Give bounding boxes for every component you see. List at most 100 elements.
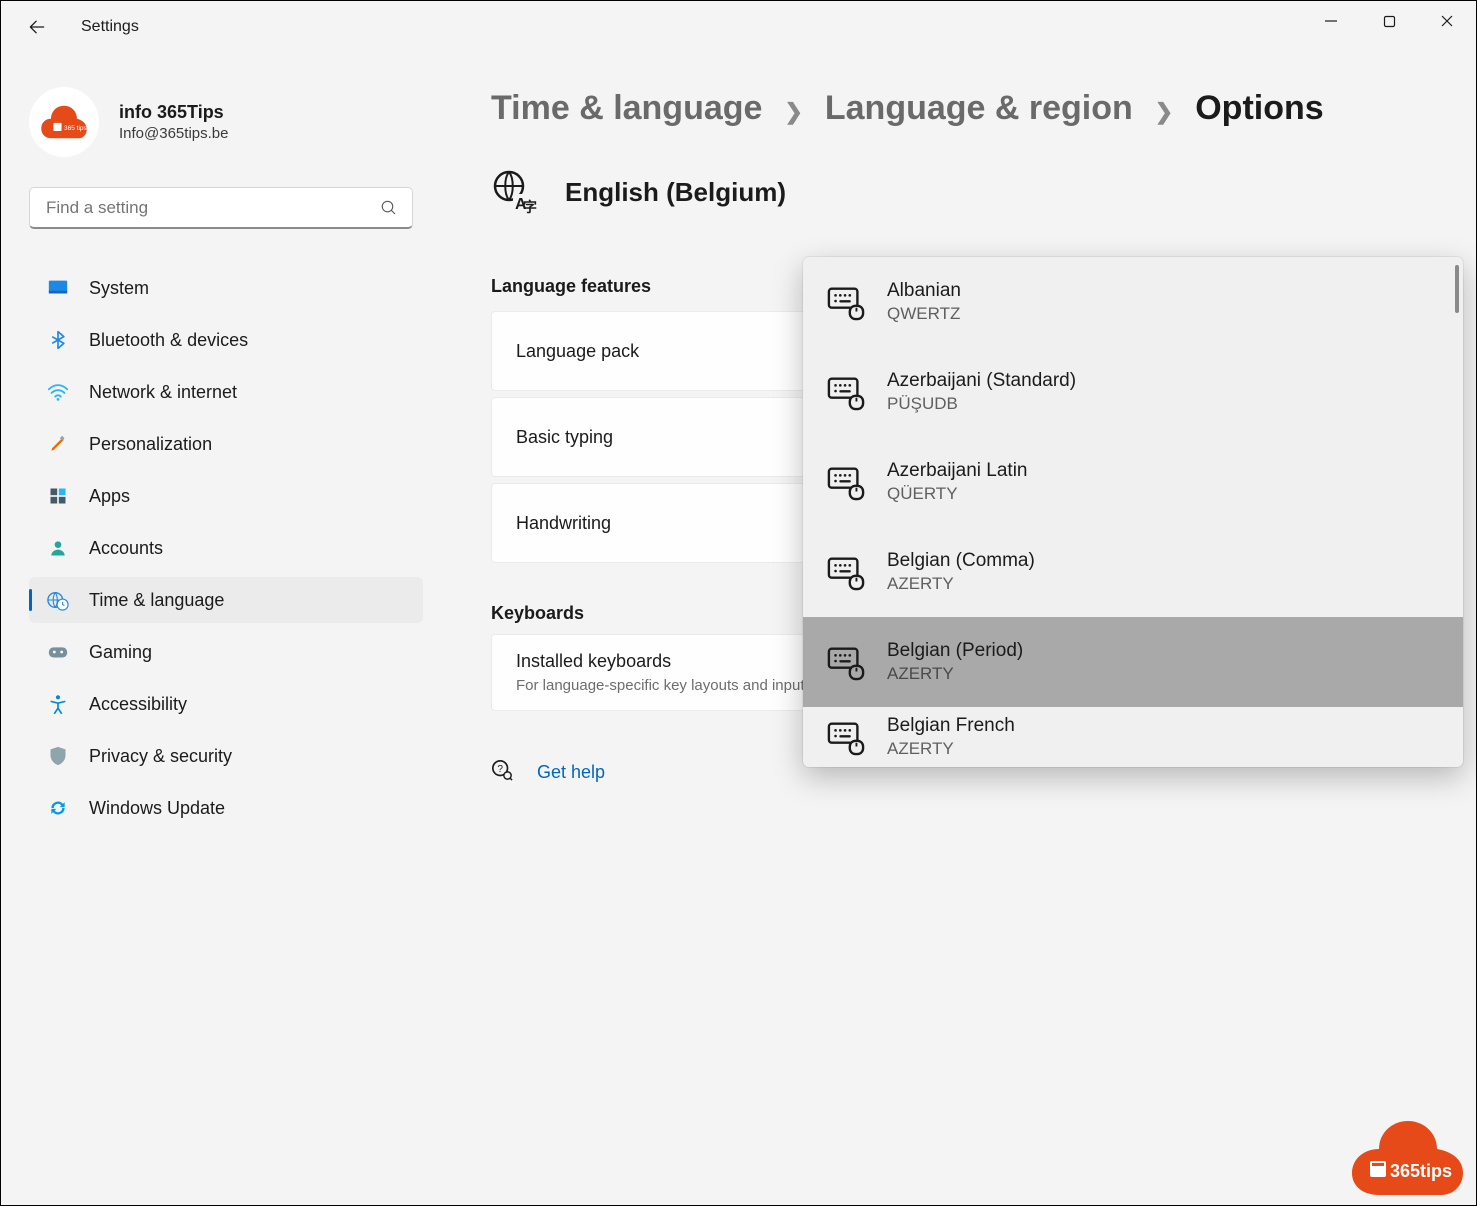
maximize-button[interactable] <box>1360 1 1418 41</box>
keyboard-layout-dropdown[interactable]: AlbanianQWERTZ Azerbaijani (Standard)PÜŞ… <box>803 257 1463 767</box>
dropdown-scrollbar[interactable] <box>1455 265 1459 759</box>
keyboard-icon <box>827 373 865 411</box>
watermark-logo: 365tips <box>1342 1117 1468 1197</box>
dropdown-item-layout: AZERTY <box>887 574 1035 594</box>
minimize-icon <box>1324 14 1338 28</box>
close-icon <box>1440 14 1454 28</box>
get-help-link[interactable]: Get help <box>537 762 605 783</box>
nav-item-accessibility[interactable]: Accessibility <box>29 681 423 727</box>
nav-label: Gaming <box>89 642 411 663</box>
nav-label: Personalization <box>89 434 411 455</box>
gamepad-icon <box>47 641 69 663</box>
chevron-right-icon: ❯ <box>1151 99 1177 125</box>
nav-item-gaming[interactable]: Gaming <box>29 629 423 675</box>
dropdown-item-layout: AZERTY <box>887 664 1023 684</box>
dropdown-item-layout: AZERTY <box>887 739 1015 759</box>
avatar: 365 tips <box>29 87 99 157</box>
window-title: Settings <box>81 18 139 36</box>
nav-item-system[interactable]: System <box>29 265 423 311</box>
breadcrumb-current: Options <box>1195 89 1323 128</box>
nav-item-time-language[interactable]: Time & language <box>29 577 423 623</box>
nav-label: Accessibility <box>89 694 411 715</box>
accessibility-icon <box>47 693 69 715</box>
nav-item-windows-update[interactable]: Windows Update <box>29 785 423 831</box>
search-box[interactable] <box>29 187 413 229</box>
nav-label: Privacy & security <box>89 746 411 767</box>
nav-label: Accounts <box>89 538 411 559</box>
dropdown-item-name: Albanian <box>887 280 961 302</box>
minimize-button[interactable] <box>1302 1 1360 41</box>
dropdown-item-selected[interactable]: Belgian (Period)AZERTY <box>803 617 1463 707</box>
caption-buttons <box>1302 1 1476 41</box>
breadcrumb: Time & language ❯ Language & region ❯ Op… <box>491 89 1446 128</box>
nav-item-privacy[interactable]: Privacy & security <box>29 733 423 779</box>
breadcrumb-item[interactable]: Language & region <box>825 89 1133 128</box>
watermark-text: 365tips <box>1390 1161 1452 1181</box>
keyboard-icon <box>827 553 865 591</box>
keyboard-icon <box>827 718 865 756</box>
apps-icon <box>47 485 69 507</box>
dropdown-item[interactable]: Azerbaijani (Standard)PÜŞUDB <box>803 347 1463 437</box>
search-input[interactable] <box>44 197 380 219</box>
nav-label: Apps <box>89 486 411 507</box>
keyboard-icon <box>827 283 865 321</box>
nav-item-apps[interactable]: Apps <box>29 473 423 519</box>
svg-text:字: 字 <box>523 199 537 215</box>
dropdown-item-name: Belgian (Period) <box>887 640 1023 662</box>
feature-label: Basic typing <box>516 427 613 448</box>
dropdown-item-name: Belgian (Comma) <box>887 550 1035 572</box>
nav-label: Network & internet <box>89 382 411 403</box>
nav-label: Bluetooth & devices <box>89 330 411 351</box>
dropdown-item-name: Azerbaijani (Standard) <box>887 370 1076 392</box>
left-panel: 365 tips info 365Tips Info@365tips.be Sy… <box>1 73 441 837</box>
nav-label: Time & language <box>89 590 411 611</box>
dropdown-item-name: Azerbaijani Latin <box>887 460 1027 482</box>
maximize-icon <box>1383 15 1396 28</box>
cloud-logo-icon: 365 tips <box>38 101 90 143</box>
feature-label: Language pack <box>516 341 639 362</box>
nav-item-bluetooth[interactable]: Bluetooth & devices <box>29 317 423 363</box>
dropdown-item[interactable]: Azerbaijani LatinQÜERTY <box>803 437 1463 527</box>
user-profile[interactable]: 365 tips info 365Tips Info@365tips.be <box>1 73 441 177</box>
back-button[interactable] <box>27 17 63 37</box>
nav-label: Windows Update <box>89 798 411 819</box>
nav-item-accounts[interactable]: Accounts <box>29 525 423 571</box>
arrow-left-icon <box>27 17 47 37</box>
keyboard-icon <box>827 643 865 681</box>
user-email: Info@365tips.be <box>119 125 228 142</box>
scrollbar-thumb[interactable] <box>1455 265 1459 313</box>
breadcrumb-item[interactable]: Time & language <box>491 89 762 128</box>
nav: System Bluetooth & devices Network & int… <box>1 247 441 831</box>
dropdown-item[interactable]: AlbanianQWERTZ <box>803 257 1463 347</box>
chevron-right-icon: ❯ <box>780 99 806 125</box>
nav-item-personalization[interactable]: Personalization <box>29 421 423 467</box>
dropdown-item-layout: QWERTZ <box>887 304 961 324</box>
language-header: A 字 English (Belgium) <box>491 168 1446 216</box>
nav-label: System <box>89 278 411 299</box>
nav-item-network[interactable]: Network & internet <box>29 369 423 415</box>
wifi-icon <box>47 381 69 403</box>
dropdown-item[interactable]: Belgian (Comma)AZERTY <box>803 527 1463 617</box>
language-name: English (Belgium) <box>565 177 786 208</box>
monitor-icon <box>47 277 69 299</box>
dropdown-item-layout: PÜŞUDB <box>887 394 1076 414</box>
search-icon <box>380 199 398 217</box>
close-button[interactable] <box>1418 1 1476 41</box>
svg-text:?: ? <box>497 764 503 775</box>
dropdown-item[interactable]: Belgian FrenchAZERTY <box>803 707 1463 767</box>
brush-icon <box>47 433 69 455</box>
dropdown-item-name: Belgian French <box>887 715 1015 737</box>
globe-clock-icon <box>47 589 69 611</box>
language-globe-icon: A 字 <box>491 168 539 216</box>
update-icon <box>47 797 69 819</box>
person-icon <box>47 537 69 559</box>
dropdown-item-layout: QÜERTY <box>887 484 1027 504</box>
bluetooth-icon <box>47 329 69 351</box>
shield-icon <box>47 745 69 767</box>
keyboard-icon <box>827 463 865 501</box>
user-name: info 365Tips <box>119 102 228 123</box>
feature-label: Handwriting <box>516 513 611 534</box>
svg-text:365 tips: 365 tips <box>64 125 88 132</box>
title-bar: Settings <box>1 1 1476 53</box>
help-icon: ? <box>491 759 513 786</box>
